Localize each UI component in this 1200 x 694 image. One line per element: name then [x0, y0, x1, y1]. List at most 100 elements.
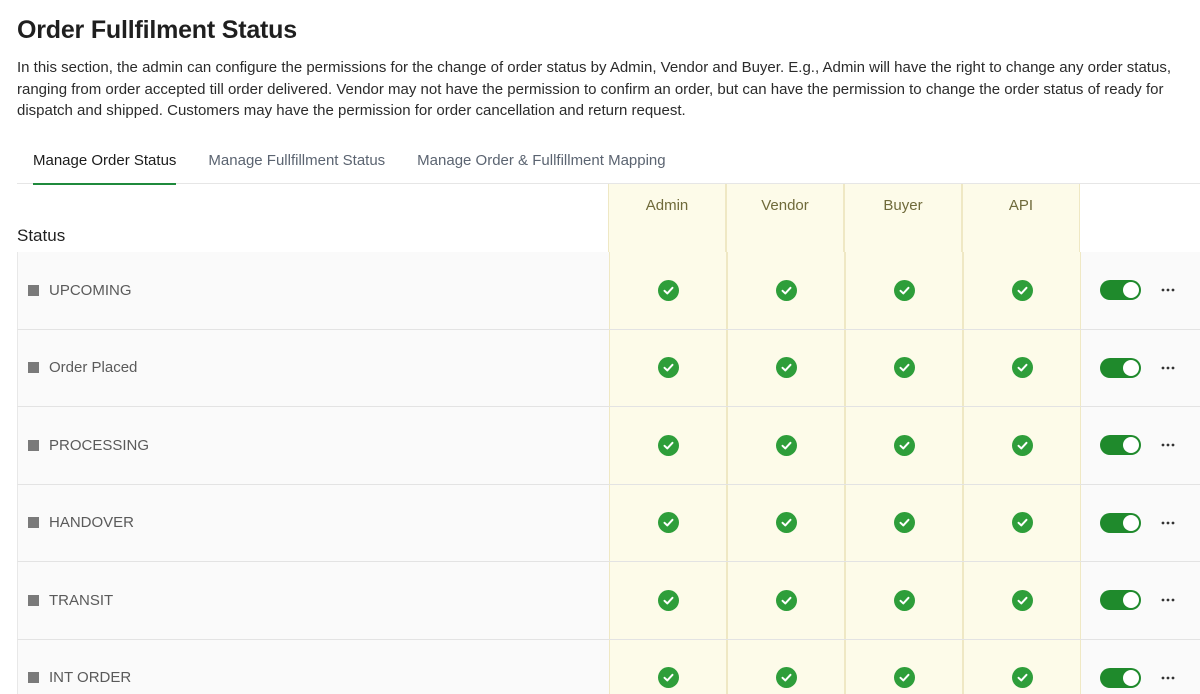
status-name: UPCOMING — [49, 281, 132, 299]
tab-manage-order-fullfillment-mapping[interactable]: Manage Order & Fullfillment Mapping — [401, 140, 681, 184]
status-label: INT ORDER — [28, 640, 131, 694]
check-circle-icon[interactable] — [893, 279, 915, 301]
permission-cell-admin — [609, 639, 727, 694]
status-enabled-toggle[interactable] — [1100, 435, 1141, 456]
more-horizontal-icon[interactable] — [1158, 513, 1178, 533]
check-circle-icon[interactable] — [775, 279, 797, 301]
table-row: UPCOMING — [17, 252, 1200, 330]
permission-cell-admin — [609, 562, 727, 639]
permission-cell-buyer — [845, 407, 963, 484]
check-circle-icon[interactable] — [1011, 357, 1033, 379]
status-enabled-toggle[interactable] — [1100, 512, 1141, 533]
check-circle-icon[interactable] — [775, 434, 797, 456]
check-circle-icon[interactable] — [893, 589, 915, 611]
permission-cell-api — [963, 252, 1081, 329]
status-column-header: Status — [17, 226, 66, 245]
status-name: Order Placed — [49, 359, 138, 377]
check-circle-icon[interactable] — [1011, 512, 1033, 534]
check-circle-icon[interactable] — [657, 434, 679, 456]
square-icon — [28, 439, 39, 451]
status-label: UPCOMING — [28, 252, 132, 329]
status-name: INT ORDER — [49, 669, 132, 687]
check-circle-icon[interactable] — [657, 357, 679, 379]
check-circle-icon[interactable] — [1011, 589, 1033, 611]
check-circle-icon[interactable] — [893, 434, 915, 456]
permission-cell-vendor — [727, 484, 845, 561]
page-title: Order Fullfilment Status — [17, 16, 297, 44]
permission-cell-buyer — [845, 562, 963, 639]
table-row: Order Placed — [17, 329, 1200, 407]
table-row: TRANSIT — [17, 562, 1200, 640]
toggle-knob — [1123, 282, 1139, 299]
permission-cell-buyer — [845, 252, 963, 329]
status-label: HANDOVER — [28, 485, 134, 562]
table-row: HANDOVER — [17, 484, 1200, 562]
table-row: PROCESSING — [17, 407, 1200, 485]
status-enabled-toggle[interactable] — [1100, 280, 1141, 301]
more-horizontal-icon[interactable] — [1158, 435, 1178, 455]
square-icon — [28, 284, 39, 296]
check-circle-icon[interactable] — [893, 667, 915, 689]
check-circle-icon[interactable] — [775, 357, 797, 379]
square-icon — [28, 594, 39, 606]
status-enabled-toggle[interactable] — [1100, 357, 1141, 378]
check-circle-icon[interactable] — [1011, 434, 1033, 456]
status-enabled-toggle[interactable] — [1100, 590, 1141, 611]
check-circle-icon[interactable] — [1011, 667, 1033, 689]
permission-cell-admin — [609, 252, 727, 329]
permission-cell-admin — [609, 484, 727, 561]
check-circle-icon[interactable] — [775, 512, 797, 534]
status-table: UPCOMING Order Placed PROCESSING HANDOVER TR… — [17, 252, 1200, 694]
status-label: TRANSIT — [28, 562, 113, 639]
check-circle-icon[interactable] — [1011, 279, 1033, 301]
check-circle-icon[interactable] — [657, 667, 679, 689]
check-circle-icon[interactable] — [893, 512, 915, 534]
permission-cell-api — [963, 329, 1081, 406]
status-label: PROCESSING — [28, 407, 149, 484]
status-name: HANDOVER — [49, 514, 135, 532]
check-circle-icon[interactable] — [775, 667, 797, 689]
more-horizontal-icon[interactable] — [1158, 280, 1178, 300]
square-icon — [28, 672, 39, 684]
more-horizontal-icon[interactable] — [1158, 668, 1178, 688]
toggle-knob — [1123, 437, 1139, 454]
permission-cell-admin — [609, 407, 727, 484]
column-header-buyer: Buyer — [844, 184, 962, 252]
permission-cell-vendor — [727, 562, 845, 639]
permission-cell-buyer — [845, 484, 963, 561]
status-name: PROCESSING — [49, 436, 150, 454]
check-circle-icon[interactable] — [893, 357, 915, 379]
check-circle-icon[interactable] — [657, 512, 679, 534]
permission-cell-vendor — [727, 252, 845, 329]
status-name: TRANSIT — [49, 591, 114, 609]
permission-cell-vendor — [727, 329, 845, 406]
more-horizontal-icon[interactable] — [1158, 590, 1178, 610]
check-circle-icon[interactable] — [775, 589, 797, 611]
status-label: Order Placed — [28, 330, 137, 407]
status-enabled-toggle[interactable] — [1100, 667, 1141, 688]
permission-cell-buyer — [845, 329, 963, 406]
more-horizontal-icon[interactable] — [1158, 358, 1178, 378]
permission-cell-admin — [609, 329, 727, 406]
permission-cell-vendor — [727, 639, 845, 694]
square-icon — [28, 517, 39, 529]
column-header-admin: Admin — [608, 184, 726, 252]
toggle-knob — [1123, 514, 1139, 531]
tab-bar: Manage Order Status Manage Fullfillment … — [17, 140, 1200, 185]
page-description: In this section, the admin can configure… — [17, 59, 1171, 119]
permission-cell-api — [963, 639, 1081, 694]
toggle-knob — [1123, 359, 1139, 376]
permission-cell-api — [963, 407, 1081, 484]
square-icon — [28, 362, 39, 374]
toggle-knob — [1123, 669, 1139, 686]
tab-manage-fullfillment-status[interactable]: Manage Fullfillment Status — [192, 140, 401, 184]
table-row: INT ORDER — [17, 639, 1200, 694]
check-circle-icon[interactable] — [657, 589, 679, 611]
toggle-knob — [1123, 592, 1139, 609]
column-header-api: API — [962, 184, 1080, 252]
check-circle-icon[interactable] — [657, 279, 679, 301]
tab-manage-order-status[interactable]: Manage Order Status — [17, 140, 192, 185]
permission-cell-vendor — [727, 407, 845, 484]
permission-cell-api — [963, 562, 1081, 639]
column-header-vendor: Vendor — [726, 184, 844, 252]
